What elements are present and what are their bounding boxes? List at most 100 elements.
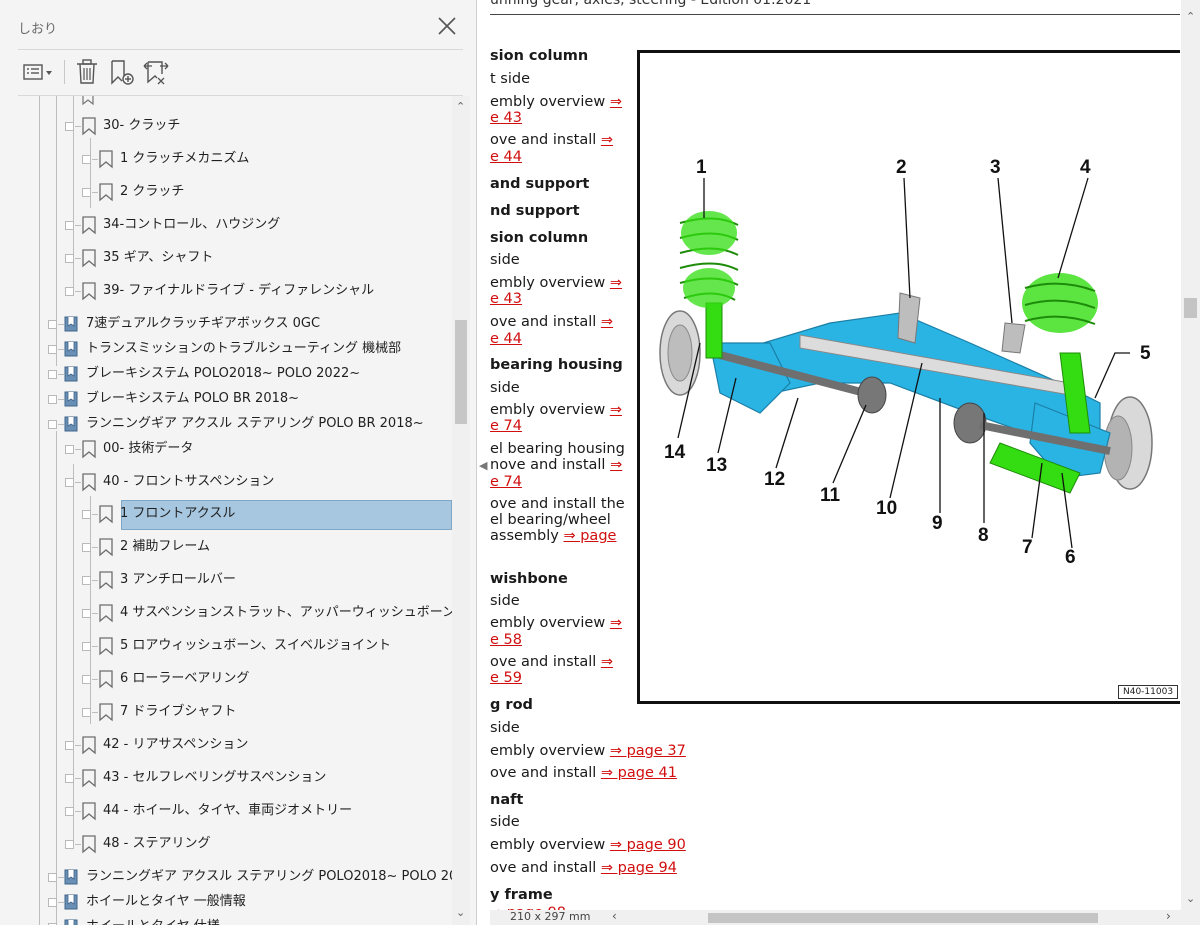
page-link[interactable]: ⇒: [610, 615, 622, 631]
bookmark-item[interactable]: 2 クラッチ: [0, 178, 452, 206]
expand-toggle[interactable]: [65, 807, 74, 816]
horizontal-scroll-thumb[interactable]: [708, 913, 1098, 923]
expand-toggle[interactable]: [48, 320, 57, 329]
document-vertical-scrollbar[interactable]: ⌃ ⌄: [1181, 0, 1200, 925]
document-line[interactable]: e 44: [490, 149, 522, 166]
scroll-down-icon[interactable]: ⌄: [456, 906, 465, 919]
bookmark-item[interactable]: 1 フロントアクスル: [0, 500, 452, 530]
page-link[interactable]: ⇒: [610, 275, 622, 291]
page-link[interactable]: ⇒: [610, 94, 622, 110]
page-link[interactable]: e 43: [490, 110, 522, 126]
expand-toggle[interactable]: [82, 543, 91, 552]
bookmark-item[interactable]: ブレーキシステム POLO BR 2018~: [0, 385, 452, 413]
scroll-thumb[interactable]: [1184, 298, 1197, 318]
bookmark-item[interactable]: 7 ドライブシャフト: [0, 698, 452, 726]
expand-toggle[interactable]: [48, 420, 57, 429]
expand-toggle[interactable]: [82, 642, 91, 651]
page-link[interactable]: e 74: [490, 418, 522, 434]
page-link[interactable]: ⇒: [610, 402, 622, 418]
bookmark-item[interactable]: 2 補助フレーム: [0, 533, 452, 561]
document-line[interactable]: e 59: [490, 670, 522, 687]
scroll-up-icon[interactable]: ⌃: [456, 100, 465, 113]
document-view[interactable]: unning gear, axles, steering - Edition 0…: [490, 0, 1180, 910]
document-line[interactable]: embly overview ⇒: [490, 615, 622, 632]
scroll-left-icon[interactable]: ‹: [612, 909, 617, 923]
document-line[interactable]: assembly ⇒ page: [490, 528, 616, 545]
bookmark-item[interactable]: 40 - フロントサスペンション: [0, 468, 452, 496]
document-line[interactable]: embly overview ⇒ page 90: [490, 837, 686, 854]
document-line[interactable]: embly overview ⇒: [490, 275, 622, 292]
document-line[interactable]: e 74: [490, 474, 522, 491]
bookmark-item[interactable]: 39- ファイナルドライブ - ディファレンシャル: [0, 277, 452, 305]
trash-icon[interactable]: [74, 58, 100, 86]
bookmark-tree-scrollbar[interactable]: ⌃ ⌄: [452, 96, 470, 925]
bookmark-item[interactable]: 30- クラッチ: [0, 112, 452, 140]
bookmark-item[interactable]: 1 クラッチメカニズム: [0, 145, 452, 173]
expand-toggle[interactable]: [82, 609, 91, 618]
bookmark-item[interactable]: 35 ギア、シャフト: [0, 244, 452, 272]
page-link[interactable]: ⇒ page 37: [610, 743, 686, 759]
bookmark-item[interactable]: 00- 技術データ: [0, 435, 452, 463]
bookmark-item[interactable]: 3 アンチロールバー: [0, 566, 452, 594]
expand-toggle[interactable]: [48, 370, 57, 379]
page-link[interactable]: ⇒ page 41: [601, 765, 677, 781]
scroll-down-icon[interactable]: ⌄: [1186, 892, 1195, 905]
page-link[interactable]: ⇒ page 90: [610, 837, 686, 853]
scroll-right-icon[interactable]: ›: [1166, 909, 1171, 923]
document-line[interactable]: nove and install ⇒: [490, 457, 622, 474]
expand-toggle[interactable]: [65, 254, 74, 263]
bookmark-find-icon[interactable]: [142, 58, 170, 86]
bookmark-item[interactable]: ランニングギア アクスル ステアリング POLO2018~ POLO 2022~: [0, 863, 452, 891]
page-link[interactable]: ⇒: [610, 457, 622, 473]
expand-toggle[interactable]: [82, 576, 91, 585]
bookmark-item[interactable]: 42 - リアサスペンション: [0, 731, 452, 759]
page-link[interactable]: e 43: [490, 291, 522, 307]
page-link[interactable]: ⇒ page 94: [601, 860, 677, 876]
bookmark-item[interactable]: 43 - セルフレベリングサスペンション: [0, 764, 452, 792]
bookmark-add-icon[interactable]: [108, 58, 136, 86]
document-line[interactable]: ove and install ⇒: [490, 654, 613, 671]
expand-toggle[interactable]: [48, 345, 57, 354]
expand-toggle[interactable]: [48, 898, 57, 907]
bookmark-item[interactable]: 7速デュアルクラッチギアボックス 0GC: [0, 310, 452, 338]
expand-toggle[interactable]: [65, 741, 74, 750]
expand-toggle[interactable]: [65, 287, 74, 296]
scroll-up-icon[interactable]: ⌃: [1186, 10, 1195, 23]
page-link[interactable]: e 44: [490, 331, 522, 347]
bookmark-item[interactable]: ホイールとタイヤ 一般情報: [0, 888, 452, 916]
expand-toggle[interactable]: [82, 510, 91, 519]
expand-toggle[interactable]: [82, 155, 91, 164]
bookmark-item[interactable]: ブレーキシステム POLO2018~ POLO 2022~: [0, 360, 452, 388]
document-line[interactable]: e 43: [490, 110, 522, 127]
document-line[interactable]: embly overview ⇒: [490, 94, 622, 111]
bookmark-item[interactable]: ランニングギア アクスル ステアリング POLO BR 2018~: [0, 410, 452, 438]
page-link[interactable]: e 58: [490, 632, 522, 648]
bookmark-item[interactable]: 48 - ステアリング: [0, 830, 452, 858]
document-line[interactable]: ove and install ⇒ page 41: [490, 765, 677, 782]
document-line[interactable]: e 58: [490, 632, 522, 649]
document-line[interactable]: embly overview ⇒: [490, 402, 622, 419]
document-line[interactable]: ove and install ⇒ page 94: [490, 860, 677, 877]
bookmark-item[interactable]: 34-コントロール、ハウジング: [0, 211, 452, 239]
page-link[interactable]: e 59: [490, 670, 522, 686]
expand-toggle[interactable]: [65, 445, 74, 454]
page-link[interactable]: ⇒: [601, 132, 613, 148]
document-line[interactable]: embly overview ⇒ page 37: [490, 743, 686, 760]
expand-toggle[interactable]: [82, 188, 91, 197]
bookmark-item[interactable]: 5 ロアウィッシュボーン、スイベルジョイント: [0, 632, 452, 660]
bookmark-item[interactable]: 6 ローラーベアリング: [0, 665, 452, 693]
expand-toggle[interactable]: [48, 395, 57, 404]
expand-toggle[interactable]: [82, 675, 91, 684]
page-link[interactable]: e 44: [490, 149, 522, 165]
expand-toggle[interactable]: [65, 840, 74, 849]
close-icon[interactable]: [435, 14, 459, 38]
expand-toggle[interactable]: [65, 122, 74, 131]
bookmark-item[interactable]: 4 サスペンションストラット、アッパーウィッシュボーン: [0, 599, 452, 627]
page-link[interactable]: ⇒ page: [563, 528, 616, 544]
page-link[interactable]: ⇒: [601, 314, 613, 330]
page-link[interactable]: e 74: [490, 474, 522, 490]
document-line[interactable]: e 43: [490, 291, 522, 308]
list-options-icon[interactable]: [22, 58, 58, 86]
page-link[interactable]: ⇒: [601, 654, 613, 670]
scroll-thumb[interactable]: [455, 320, 467, 424]
